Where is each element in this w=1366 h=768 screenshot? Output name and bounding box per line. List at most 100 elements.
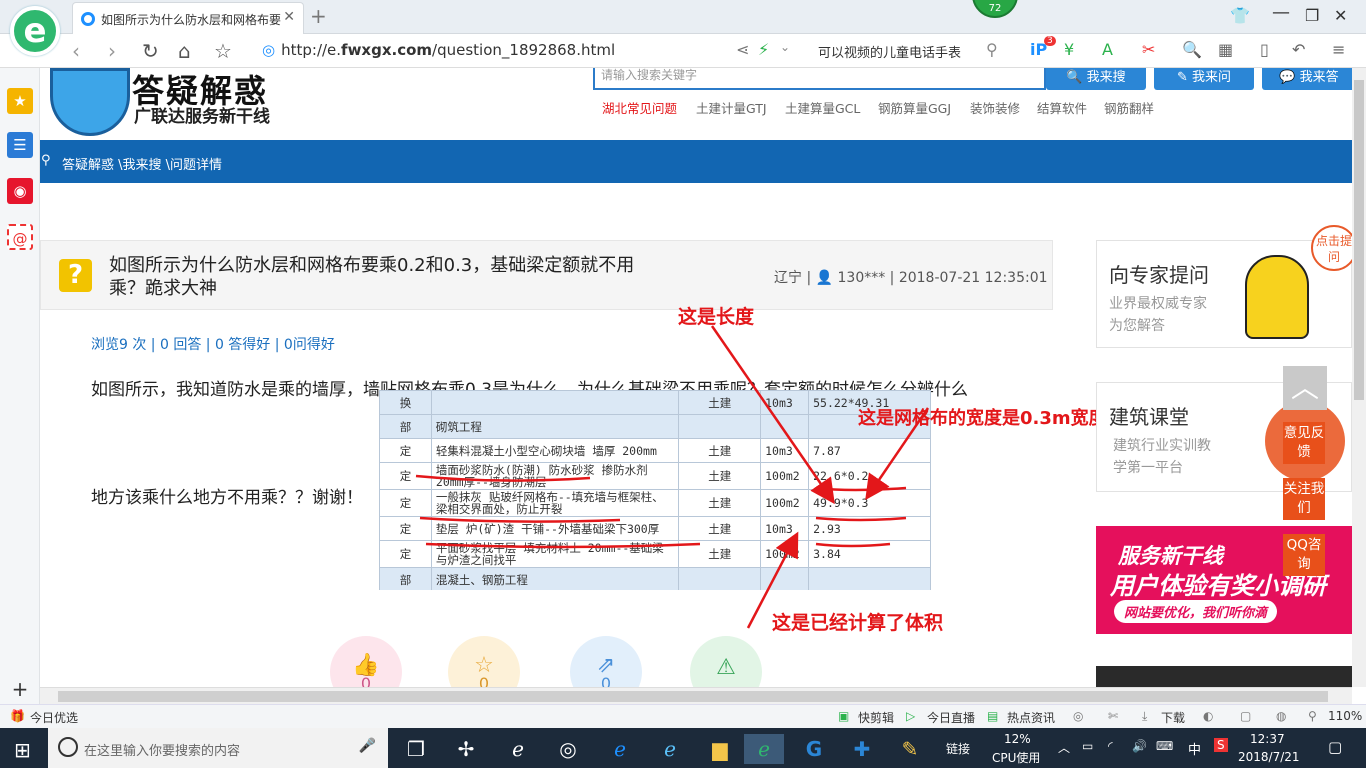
search-input[interactable]: 可以视频的儿童电话手表	[812, 38, 1012, 64]
wifi-icon[interactable]: ◜	[1108, 739, 1113, 753]
follow-us-button[interactable]: 关注我们	[1283, 478, 1325, 520]
clock-date[interactable]: 2018/7/21	[1238, 750, 1300, 764]
notes-app-icon[interactable]: ✎	[890, 734, 930, 764]
status-item[interactable]: 下载	[1161, 709, 1185, 726]
tools-icon[interactable]: ✄	[1108, 709, 1118, 723]
ask-expert-tag[interactable]: 点击提问	[1311, 225, 1352, 271]
compass-icon[interactable]: ◎	[1073, 709, 1083, 723]
network-icon[interactable]: ▭	[1082, 739, 1093, 753]
expert-mascot-icon	[1245, 255, 1309, 339]
g-app-icon[interactable]: G	[794, 734, 834, 764]
s-app-icon[interactable]: S	[1214, 738, 1228, 752]
refresh-icon[interactable]: ↻	[142, 39, 159, 63]
folder-icon[interactable]: ▆	[700, 734, 740, 764]
search-icon[interactable]: ⚲	[986, 40, 998, 59]
plus-app-icon[interactable]: ✚	[842, 734, 882, 764]
fan-app-icon[interactable]: ✢	[446, 734, 486, 764]
warning-icon: ⚠	[716, 655, 736, 680]
home-icon[interactable]: ⌂	[178, 39, 191, 63]
feedback-button[interactable]: 意见反馈	[1283, 422, 1325, 464]
scroll-thumb[interactable]	[1354, 80, 1364, 400]
collect-count: 0	[478, 674, 490, 687]
next-banner[interactable]	[1096, 666, 1352, 687]
add-sidebar-icon[interactable]: +	[7, 676, 33, 702]
address-bar[interactable]: ◎ http://e.fwxgx.com/question_1892868.htm…	[262, 41, 615, 59]
gift-icon: 🎁	[10, 709, 25, 723]
expert-subtitle: 业界最权威专家	[1109, 296, 1207, 312]
sound-icon[interactable]: ◍	[1276, 709, 1286, 723]
horizontal-scrollbar[interactable]	[40, 687, 1352, 704]
reading-icon[interactable]: ▯	[1260, 40, 1269, 59]
close-window-icon[interactable]: ✕	[1334, 6, 1347, 25]
download-icon: ⤓	[1142, 709, 1148, 723]
share-icon[interactable]: ⋖	[736, 40, 749, 59]
zoom-icon: ⚲	[1308, 709, 1317, 723]
minimize-icon[interactable]: —	[1272, 2, 1290, 23]
status-item[interactable]: 今日直播	[927, 709, 975, 726]
translate-icon[interactable]: A	[1102, 40, 1113, 59]
weibo-icon[interactable]: ◉	[7, 178, 33, 204]
underline-stroke	[415, 474, 591, 482]
ie-app-icon[interactable]: ℯ	[498, 734, 538, 764]
edge-app-icon[interactable]: ℯ	[600, 734, 640, 764]
vertical-scrollbar[interactable]	[1352, 68, 1366, 687]
classroom-subtitle: 学第一平台	[1113, 460, 1183, 476]
undo-icon[interactable]: ↶	[1292, 40, 1305, 59]
zoom-level[interactable]: 110%	[1328, 709, 1362, 723]
link-label[interactable]: 链接	[946, 740, 970, 757]
microphone-icon[interactable]: 🎤	[359, 738, 376, 754]
mail-icon[interactable]: @	[7, 224, 33, 250]
menu-icon[interactable]: ≡	[1332, 40, 1345, 59]
browser-status-bar: 🎁 今日优选 ▣ 快剪辑 ▷ 今日直播 ▤ 热点资讯 ◎ ✄ ⤓ 下载 ◐ ▢ …	[0, 704, 1366, 728]
skin-icon[interactable]: 👕	[1230, 6, 1250, 25]
speed-mode-icon[interactable]: ⚡	[758, 40, 769, 59]
windows-start-icon[interactable]: ⊞	[14, 738, 31, 762]
tray-chevron-icon[interactable]: ︿	[1058, 739, 1070, 756]
underline-stroke	[419, 516, 621, 523]
ime-label[interactable]: 中	[1188, 739, 1201, 758]
scissors-icon[interactable]: ✂	[1142, 40, 1155, 59]
window-icon[interactable]: ▢	[1240, 709, 1251, 723]
volume-icon[interactable]: 🔊	[1132, 739, 1147, 753]
security-globe-icon: ◎	[262, 41, 276, 59]
restore-icon[interactable]: ❐	[1305, 6, 1319, 25]
status-item[interactable]: 快剪辑	[858, 709, 894, 726]
cpu-percent: 12%	[1004, 732, 1031, 746]
task-view-icon[interactable]: ❐	[396, 734, 436, 764]
close-tab-icon[interactable]: ✕	[283, 9, 295, 25]
status-item[interactable]: 热点资讯	[1007, 709, 1055, 726]
notification-icon[interactable]: ▢	[1328, 738, 1342, 756]
new-tab-icon[interactable]: +	[310, 4, 327, 28]
apps-grid-icon[interactable]: ▦	[1218, 40, 1233, 59]
spiral-app-icon[interactable]: ◎	[548, 734, 588, 764]
annotation-volume: 这是已经计算了体积	[772, 612, 944, 634]
ie-browser-icon[interactable]: ℯ	[650, 734, 690, 764]
favorite-star-icon[interactable]: ☆	[214, 39, 232, 63]
back-to-top-button[interactable]: ︿	[1283, 366, 1327, 410]
qq-consult-button[interactable]: QQ咨询	[1283, 534, 1325, 576]
shield-yen-icon[interactable]: ¥	[1064, 40, 1074, 59]
clean-icon[interactable]: ◐	[1203, 709, 1213, 723]
hscroll-thumb[interactable]	[58, 691, 1328, 702]
magnifier-icon[interactable]: 🔍	[1182, 40, 1202, 59]
tab-bar: 如图所示为什么防水层和网格布要 ✕ + 72 👕 — ❐ ✕	[0, 0, 1366, 34]
clock-time[interactable]: 12:37	[1250, 732, 1285, 746]
back-icon[interactable]: ‹	[72, 39, 80, 63]
chevron-down-icon[interactable]: ⌄	[780, 40, 790, 54]
today-picks[interactable]: 今日优选	[30, 709, 78, 726]
score-badge[interactable]: 72	[972, 0, 1018, 18]
classroom-title: 建筑课堂	[1109, 405, 1189, 429]
taskbar-search-input[interactable]: 在这里输入你要搜索的内容 🎤	[48, 728, 388, 768]
forward-icon[interactable]: ›	[108, 39, 116, 63]
browser-taskbar-icon[interactable]: ℯ	[744, 734, 784, 764]
browser-logo-icon[interactable]: e	[10, 6, 60, 56]
live-icon: ▷	[906, 709, 916, 723]
reading-list-icon[interactable]: ☰	[7, 132, 33, 158]
underline-stroke	[815, 486, 907, 492]
expert-card[interactable]: 向专家提问 业界最权威专家 为您解答 点击提问	[1096, 225, 1352, 348]
favorites-star-icon[interactable]: ★	[7, 88, 33, 114]
share-count: 0	[600, 674, 612, 687]
keyboard-icon[interactable]: ⌨	[1156, 739, 1173, 753]
windows-taskbar: ⊞ 在这里输入你要搜索的内容 🎤 ❐ ✢ ℯ ◎ ℯ ℯ ▆ ℯ G ✚ ✎ 链…	[0, 728, 1366, 768]
browser-tab[interactable]: 如图所示为什么防水层和网格布要 ✕	[72, 2, 304, 34]
